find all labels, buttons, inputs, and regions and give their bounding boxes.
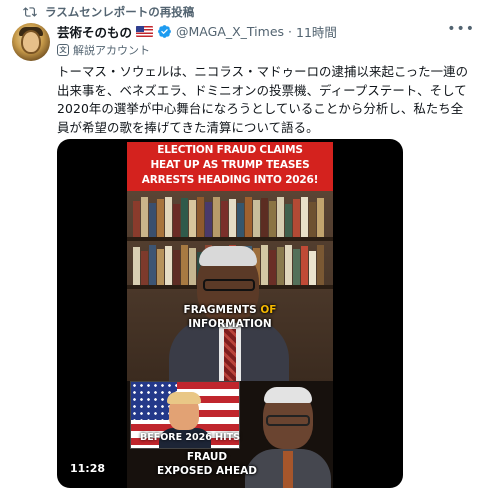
- author-avatar[interactable]: [12, 23, 50, 61]
- caption-part-2: INFORMATION: [188, 318, 272, 330]
- lower-caption-line-1: FRAUD: [186, 451, 228, 463]
- tweet-header: 芸術そのもの @MAGA_X_Times · 11時間 •••: [57, 21, 477, 41]
- lower-caption: FRAUD EXPOSED AHEAD: [147, 450, 267, 478]
- author-name[interactable]: 芸術そのもの: [57, 22, 132, 41]
- repost-icon: [23, 7, 37, 17]
- author-handle[interactable]: @MAGA_X_Times: [176, 24, 284, 39]
- video-caption-fragments: FRAGMENTS OF INFORMATION: [127, 303, 333, 331]
- caption-part-1: FRAGMENTS: [183, 304, 261, 316]
- video-player[interactable]: ELECTION FRAUD CLAIMS HEAT UP AS TRUMP T…: [57, 139, 403, 488]
- more-icon[interactable]: •••: [447, 21, 475, 37]
- inset-caption: BEFORE 2026 HITS: [140, 432, 240, 443]
- headline-line-3: ARRESTS HEADING INTO 2026!: [141, 174, 319, 186]
- repost-label: ラスムセンレポートの再投稿: [45, 5, 195, 19]
- tweet-text: トーマス・ソウェルは、ニコラス・マドゥーロの逮捕以来起こった一連の出来事を、ベネ…: [57, 64, 469, 135]
- us-flag-icon: [136, 25, 154, 37]
- video-headline: ELECTION FRAUD CLAIMS HEAT UP AS TRUMP T…: [127, 142, 333, 191]
- account-note[interactable]: 文 解説アカウント: [57, 42, 150, 58]
- video-lower-panel: BEFORE 2026 HITS FRAUD EXPOSED AHEAD: [127, 381, 333, 488]
- video-scene: [127, 191, 333, 381]
- headline-line-1: ELECTION FRAUD CLAIMS: [157, 144, 303, 156]
- caption-accent: OF: [260, 304, 277, 316]
- headline-line-2: HEAT UP AS TRUMP TEASES: [150, 159, 310, 171]
- account-note-label: 解説アカウント: [73, 44, 150, 57]
- translate-icon: 文: [57, 44, 69, 56]
- video-duration: 11:28: [67, 459, 109, 477]
- post-time[interactable]: 11時間: [296, 22, 337, 41]
- lower-caption-line-2: EXPOSED AHEAD: [157, 465, 257, 477]
- video-frame: ELECTION FRAUD CLAIMS HEAT UP AS TRUMP T…: [127, 139, 333, 488]
- verified-badge-icon[interactable]: [157, 24, 172, 39]
- separator-dot: ·: [288, 23, 293, 39]
- repost-indicator[interactable]: ラスムセンレポートの再投稿: [23, 4, 194, 20]
